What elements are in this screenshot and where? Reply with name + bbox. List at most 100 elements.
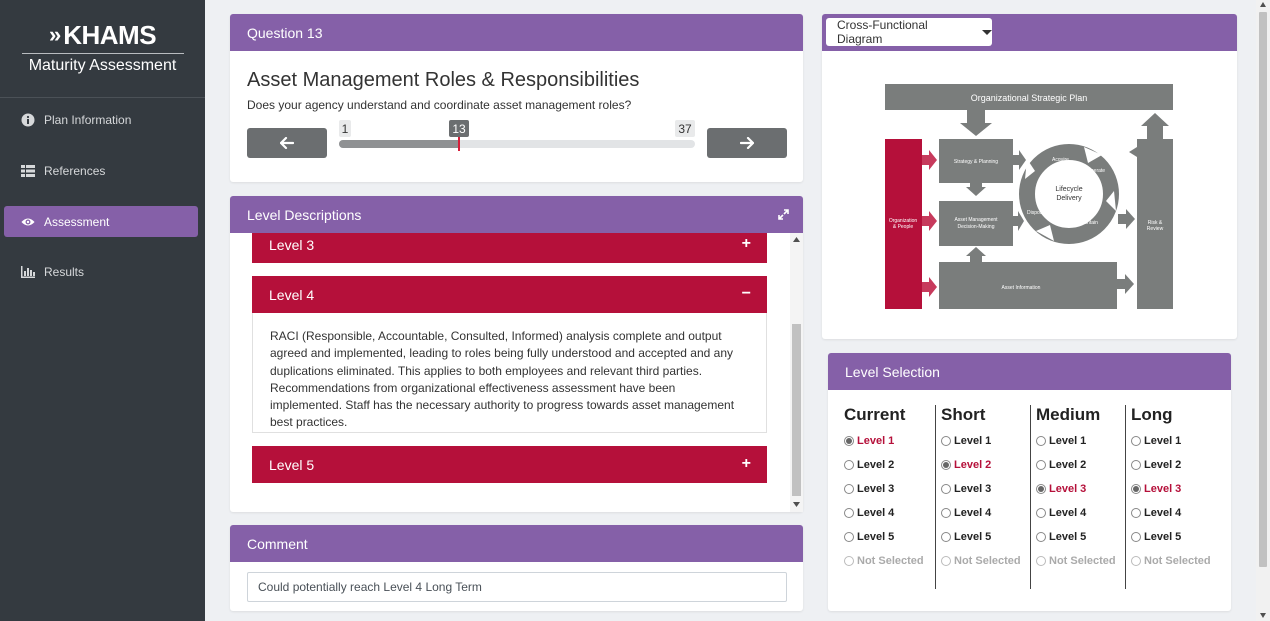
maintain-label: Maintain [1079, 220, 1098, 226]
radio-option[interactable]: Level 1 [1131, 429, 1220, 453]
radio-button[interactable] [1036, 556, 1046, 566]
radio-option[interactable]: Level 2 [1036, 453, 1125, 477]
radio-button[interactable] [844, 532, 854, 542]
accordion-scrollbar[interactable] [790, 233, 803, 512]
comment-input[interactable]: Could potentially reach Level 4 Long Ter… [247, 572, 787, 602]
radio-label: Level 5 [1144, 531, 1182, 543]
info-icon [21, 113, 35, 127]
radio-option[interactable]: Level 1 [844, 429, 934, 453]
radio-option[interactable]: Not Selected [941, 549, 1030, 573]
radio-label: Not Selected [954, 555, 1021, 567]
scroll-down-icon[interactable] [1260, 613, 1266, 618]
scroll-thumb[interactable] [792, 324, 801, 496]
radio-option[interactable]: Level 5 [1131, 525, 1220, 549]
selection-column-title: Medium [1036, 405, 1101, 424]
radio-button[interactable] [844, 484, 854, 494]
diagram-select[interactable]: Cross-Functional Diagram [826, 18, 992, 46]
expand-icon[interactable] [778, 209, 789, 220]
radio-button[interactable] [844, 508, 854, 518]
radio-button[interactable] [844, 556, 854, 566]
page-scrollbar[interactable] [1256, 0, 1270, 621]
radio-option[interactable]: Level 3 [1036, 477, 1125, 501]
radio-button[interactable] [941, 436, 951, 446]
sidebar-item-references[interactable]: References [4, 155, 198, 186]
radio-option[interactable]: Level 4 [941, 501, 1030, 525]
radio-option[interactable]: Level 1 [941, 429, 1030, 453]
radio-button[interactable] [941, 484, 951, 494]
sidebar-item-label: Assessment [44, 214, 110, 229]
radio-button[interactable] [1036, 460, 1046, 470]
radio-label: Not Selected [1049, 555, 1116, 567]
radio-option[interactable]: Level 2 [941, 453, 1030, 477]
radio-button[interactable] [1131, 484, 1141, 494]
question-slider[interactable] [339, 137, 695, 151]
logo-subtitle: Maturity Assessment [28, 56, 177, 74]
lifecycle-label-1: Lifecycle [1055, 186, 1082, 193]
org-people-label-2: & People [893, 224, 914, 230]
dispose-label: Dispose [1027, 210, 1045, 216]
level-descriptions-header: Level Descriptions [230, 196, 803, 233]
radio-option[interactable]: Level 3 [1131, 477, 1220, 501]
radio-button[interactable] [1036, 484, 1046, 494]
radio-option[interactable]: Not Selected [844, 549, 934, 573]
radio-label: Level 4 [1144, 507, 1182, 519]
radio-button[interactable] [1131, 532, 1141, 542]
radio-label: Level 3 [954, 483, 992, 495]
am-decision-label-2: Decision-Making [958, 224, 995, 230]
accordion-level-4[interactable]: Level 4 − [252, 276, 767, 313]
diagram-card: Cross-Functional Diagram Organizational … [822, 14, 1237, 339]
selection-column-short: Short Level 1 Level 2 Level 3 Level 4 Level 5… [935, 405, 1030, 589]
radio-button[interactable] [1036, 508, 1046, 518]
eye-icon [21, 215, 35, 229]
radio-button[interactable] [941, 508, 951, 518]
radio-option[interactable]: Level 2 [1131, 453, 1220, 477]
radio-button[interactable] [1131, 460, 1141, 470]
radio-button[interactable] [844, 460, 854, 470]
radio-option[interactable]: Level 5 [941, 525, 1030, 549]
radio-button[interactable] [1131, 556, 1141, 566]
scroll-down-icon[interactable] [793, 502, 800, 507]
radio-option[interactable]: Level 4 [844, 501, 934, 525]
sidebar-item-assessment[interactable]: Assessment [4, 206, 198, 237]
lifecycle-label-2: Delivery [1056, 195, 1082, 202]
radio-option[interactable]: Level 2 [844, 453, 934, 477]
radio-button[interactable] [941, 556, 951, 566]
previous-question-button[interactable] [247, 128, 327, 158]
radio-option[interactable]: Level 4 [1131, 501, 1220, 525]
radio-label: Level 4 [954, 507, 992, 519]
radio-option[interactable]: Not Selected [1131, 549, 1220, 573]
selection-column-title: Short [941, 405, 986, 424]
radio-option[interactable]: Level 3 [844, 477, 934, 501]
radio-button[interactable] [941, 460, 951, 470]
slider-handle[interactable] [458, 137, 460, 151]
radio-option[interactable]: Level 5 [844, 525, 934, 549]
acquire-label: Acquire [1052, 157, 1069, 163]
question-header: Question 13 [230, 14, 803, 51]
table-icon [21, 164, 35, 178]
radio-option[interactable]: Level 1 [1036, 429, 1125, 453]
sidebar-item-plan-information[interactable]: Plan Information [4, 104, 198, 135]
radio-button[interactable] [1036, 532, 1046, 542]
level-descriptions-title: Level Descriptions [247, 206, 362, 223]
next-question-button[interactable] [707, 128, 787, 158]
radio-button[interactable] [844, 436, 854, 446]
radio-button[interactable] [1036, 436, 1046, 446]
slider-min-label: 1 [339, 120, 351, 137]
page-scroll-thumb[interactable] [1259, 12, 1267, 567]
accordion-label: Level 4 [269, 286, 315, 303]
accordion-level-5[interactable]: Level 5 + [252, 446, 767, 483]
scroll-up-icon[interactable] [793, 237, 800, 242]
selection-column-title: Long [1131, 405, 1173, 424]
sidebar-item-results[interactable]: Results [4, 256, 198, 287]
radio-button[interactable] [1131, 436, 1141, 446]
radio-option[interactable]: Level 3 [941, 477, 1030, 501]
accordion-level-3[interactable]: Level 3 + [252, 233, 767, 263]
radio-option[interactable]: Level 4 [1036, 501, 1125, 525]
radio-button[interactable] [1131, 508, 1141, 518]
radio-option[interactable]: Not Selected [1036, 549, 1125, 573]
radio-option[interactable]: Level 5 [1036, 525, 1125, 549]
radio-button[interactable] [941, 532, 951, 542]
radio-label: Level 5 [1049, 531, 1087, 543]
scroll-up-icon[interactable] [1260, 2, 1266, 7]
diagram-select-label: Cross-Functional Diagram [837, 18, 928, 46]
